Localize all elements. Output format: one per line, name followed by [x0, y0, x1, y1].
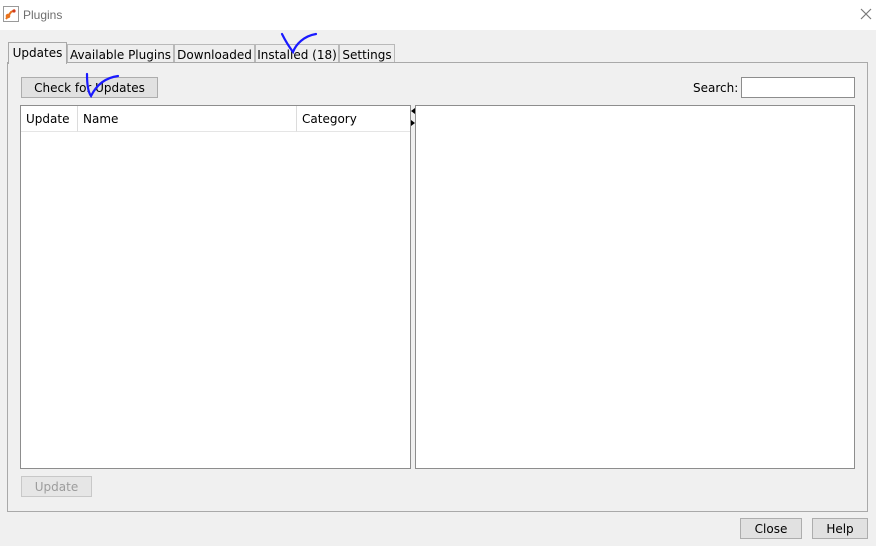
column-header-category[interactable]: Category [297, 106, 410, 132]
plugins-app-icon [3, 6, 19, 22]
tab-available-plugins[interactable]: Available Plugins [67, 44, 174, 63]
help-button[interactable]: Help [812, 518, 868, 539]
tab-updates[interactable]: Updates [8, 42, 67, 64]
plugin-table[interactable]: Update Name Category [20, 105, 411, 469]
close-button[interactable]: Close [740, 518, 802, 539]
tab-settings[interactable]: Settings [339, 44, 395, 63]
tab-installed[interactable]: Installed (18) [255, 44, 339, 63]
search-input[interactable] [741, 77, 855, 98]
tab-downloaded[interactable]: Downloaded [174, 44, 255, 63]
title-bar: Plugins [0, 0, 876, 30]
search-label: Search: [693, 81, 739, 95]
close-icon[interactable] [859, 7, 873, 21]
plugin-detail-pane [415, 105, 855, 469]
column-header-update[interactable]: Update [21, 106, 78, 132]
window-title: Plugins [23, 8, 63, 22]
column-header-name[interactable]: Name [78, 106, 297, 132]
update-button[interactable]: Update [21, 476, 92, 497]
check-for-updates-button[interactable]: Check for Updates [21, 77, 158, 98]
